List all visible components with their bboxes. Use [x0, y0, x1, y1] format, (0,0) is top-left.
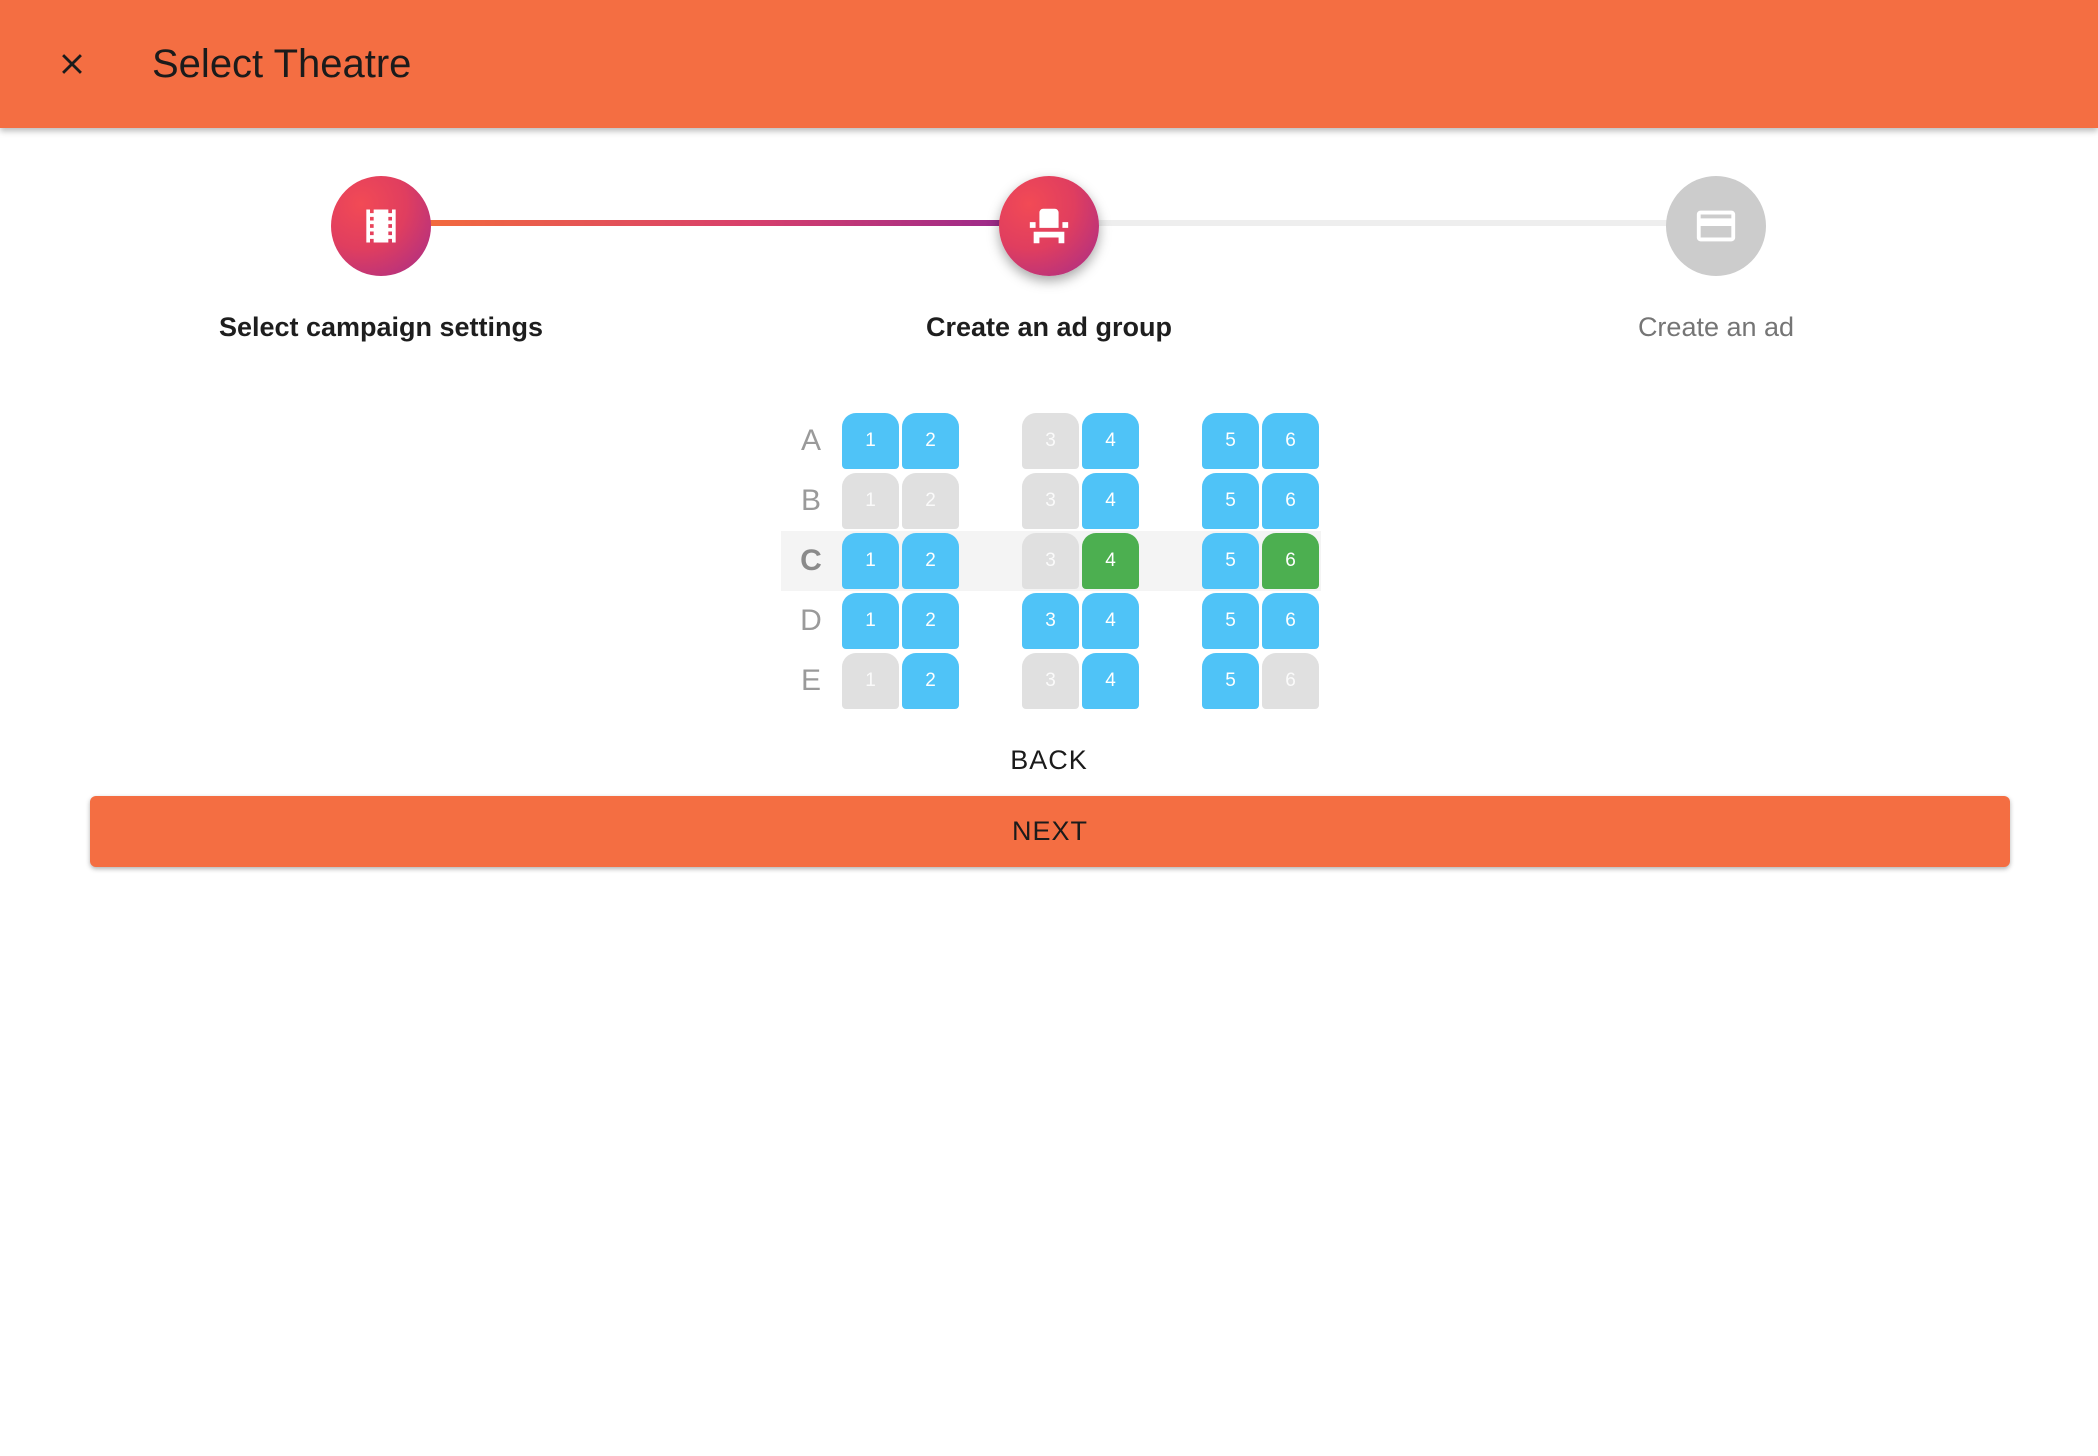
seat[interactable]: 2: [902, 593, 959, 649]
film-icon: [366, 209, 396, 243]
seat[interactable]: 4: [1082, 653, 1139, 709]
seat[interactable]: 6: [1262, 473, 1319, 529]
seat[interactable]: 3: [1022, 593, 1079, 649]
seat[interactable]: 4: [1082, 473, 1139, 529]
seat-row-e: E 1 2 3 4 5 6: [781, 651, 1321, 711]
seat: 1: [842, 473, 899, 529]
seat[interactable]: 4: [1082, 413, 1139, 469]
seat[interactable]: 4: [1082, 593, 1139, 649]
seat-map: A 1 2 3 4 5 6 B 1 2 3 4 5 6 C 1 2 3 4 5 …: [781, 411, 1321, 711]
seat[interactable]: 2: [902, 533, 959, 589]
back-button[interactable]: BACK: [949, 738, 1149, 782]
seat[interactable]: 6: [1262, 413, 1319, 469]
seat[interactable]: 5: [1202, 533, 1259, 589]
seat-row-b: B 1 2 3 4 5 6: [781, 471, 1321, 531]
seat[interactable]: 2: [902, 653, 959, 709]
seat: 2: [902, 473, 959, 529]
seat-selected[interactable]: 6: [1262, 533, 1319, 589]
close-button[interactable]: [40, 32, 104, 96]
page-title: Select Theatre: [152, 42, 412, 86]
seat: 3: [1022, 653, 1079, 709]
close-icon: [62, 54, 82, 74]
seat: 1: [842, 653, 899, 709]
row-label: B: [800, 484, 821, 517]
seat[interactable]: 5: [1202, 653, 1259, 709]
seat[interactable]: 6: [1262, 593, 1319, 649]
row-label: C: [800, 544, 822, 577]
app-bar: Select Theatre: [0, 0, 2098, 128]
seat[interactable]: 5: [1202, 473, 1259, 529]
seat: 3: [1022, 533, 1079, 589]
row-label: D: [800, 604, 822, 637]
step-create-ad[interactable]: Create an ad: [1506, 128, 1926, 344]
seat[interactable]: 1: [842, 593, 899, 649]
seat: 3: [1022, 473, 1079, 529]
seat: 3: [1022, 413, 1079, 469]
seat: 6: [1262, 653, 1319, 709]
row-label: E: [800, 664, 821, 697]
seat[interactable]: 1: [842, 413, 899, 469]
card-icon: [1696, 210, 1736, 242]
seat[interactable]: 1: [842, 533, 899, 589]
seat-row-d: D 1 2 3 4 5 6: [781, 591, 1321, 651]
seat[interactable]: 2: [902, 413, 959, 469]
seat-icon: [1029, 208, 1069, 244]
seat-row-c: C 1 2 3 4 5 6: [781, 531, 1321, 591]
row-label: A: [800, 424, 821, 457]
step-label-3: Create an ad: [1637, 312, 1795, 342]
step-circle-1[interactable]: [331, 176, 431, 276]
seat[interactable]: 5: [1202, 593, 1259, 649]
step-ad-group[interactable]: Create an ad group: [839, 128, 1259, 344]
step-campaign-settings[interactable]: Select campaign settings: [171, 128, 591, 344]
step-circle-2[interactable]: [999, 176, 1099, 276]
seat-row-a: A 1 2 3 4 5 6: [781, 411, 1321, 471]
step-label-1: Select campaign settings: [218, 312, 544, 342]
step-circle-3[interactable]: [1666, 176, 1766, 276]
seat[interactable]: 5: [1202, 413, 1259, 469]
next-button[interactable]: NEXT: [90, 796, 2010, 867]
seat-selected[interactable]: 4: [1082, 533, 1139, 589]
stepper: Select campaign settings Create an ad gr…: [0, 128, 2098, 378]
step-label-2: Create an ad group: [925, 312, 1173, 342]
